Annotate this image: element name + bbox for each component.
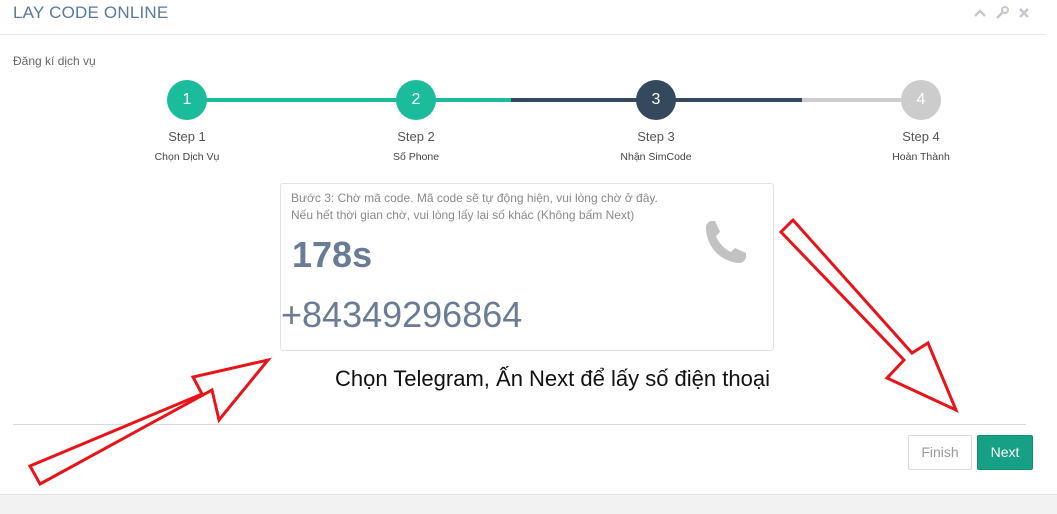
step-circle: 2 xyxy=(396,80,436,120)
divider xyxy=(13,424,1026,425)
instruction-text: Bước 3: Chờ mã code. Mã code sẽ tự động … xyxy=(291,190,658,224)
next-button[interactable]: Next xyxy=(977,435,1033,470)
step-3[interactable]: 3 Step 3 Nhận SimCode xyxy=(596,80,716,163)
arrow-left xyxy=(27,357,272,487)
panel-title: LAY CODE ONLINE xyxy=(13,3,169,22)
chevron-up-icon[interactable] xyxy=(973,6,987,20)
step-label: Step 1 xyxy=(168,129,206,144)
panel-tools xyxy=(973,6,1031,20)
step-circle: 4 xyxy=(901,80,941,120)
step-label: Step 3 xyxy=(637,129,675,144)
step-label: Step 4 xyxy=(902,129,940,144)
bottom-bar xyxy=(0,494,1057,514)
code-card: Bước 3: Chờ mã code. Mã code sẽ tự động … xyxy=(280,183,774,351)
instruction-caption: Chọn Telegram, Ấn Next để lấy số điện th… xyxy=(335,366,770,391)
step-sublabel: Chọn Dịch Vụ xyxy=(154,151,220,163)
step-2[interactable]: 2 Step 2 Số Phone xyxy=(356,80,476,163)
page-subtitle: Đăng kí dịch vụ xyxy=(13,54,96,68)
finish-button[interactable]: Finish xyxy=(908,435,972,470)
step-label: Step 2 xyxy=(397,129,435,144)
step-circle: 1 xyxy=(167,80,207,120)
step-sublabel: Số Phone xyxy=(392,151,440,163)
arrow-right xyxy=(778,217,959,413)
wrench-icon[interactable] xyxy=(995,6,1009,20)
step-4[interactable]: 4 Step 4 Hoàn Thành xyxy=(861,80,981,163)
close-icon[interactable] xyxy=(1017,6,1031,20)
step-sublabel: Nhận SimCode xyxy=(620,151,692,163)
phone-icon xyxy=(699,218,749,268)
instruction-line-2: Nếu hết thời gian chờ, vui lòng lấy lại … xyxy=(291,208,635,222)
panel-header: LAY CODE ONLINE xyxy=(0,0,1045,35)
countdown-timer: 178s xyxy=(292,234,373,275)
phone-number: +84349296864 xyxy=(281,294,523,335)
step-sublabel: Hoàn Thành xyxy=(892,151,950,163)
instruction-line-1: Bước 3: Chờ mã code. Mã code sẽ tự động … xyxy=(291,191,658,205)
step-1[interactable]: 1 Step 1 Chọn Dịch Vụ xyxy=(127,80,247,163)
step-circle: 3 xyxy=(636,80,676,120)
